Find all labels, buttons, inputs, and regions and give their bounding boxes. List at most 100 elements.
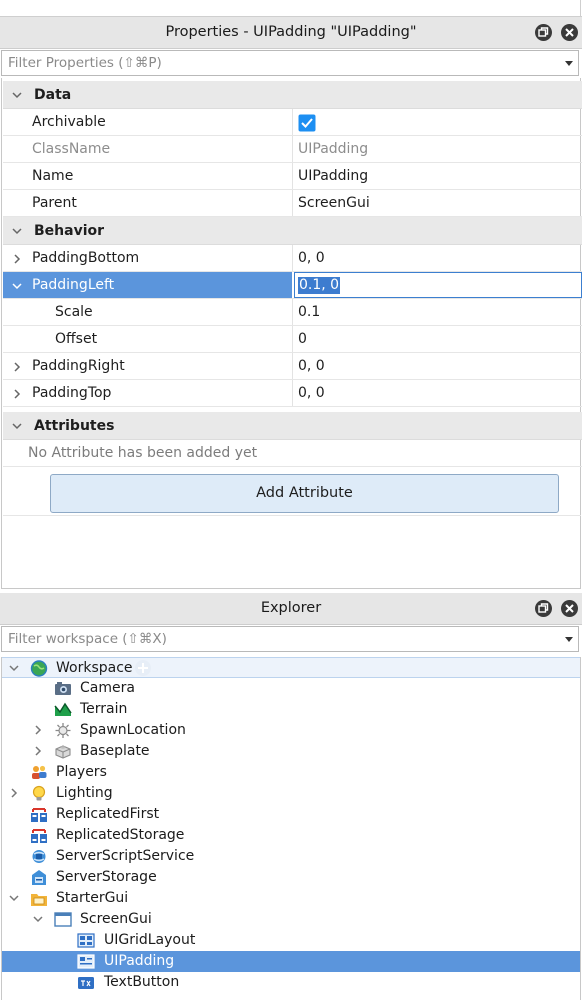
section-behavior[interactable]: Behavior [3,217,582,245]
prop-row-padding-bottom[interactable]: PaddingBottom 0, 0 [3,245,582,272]
tree-item-baseplate[interactable]: Baseplate [2,741,580,762]
chevron-down-icon[interactable] [12,226,22,236]
prop-value[interactable]: 0, 0 [298,245,325,272]
ui-padding-icon [77,954,95,969]
undock-icon[interactable] [535,600,552,617]
prop-row-padding-left[interactable]: PaddingLeft 0.1, 0 [3,272,582,299]
add-object-icon[interactable] [135,660,151,676]
tree-item-serverscriptservice[interactable]: ServerScriptService [2,846,580,867]
prop-row-name[interactable]: Name UIPadding [3,163,582,190]
tree-item-workspace[interactable]: Workspace [2,657,580,678]
tree-item-replicatedstorage[interactable]: ReplicatedStorage [2,825,580,846]
tree-item-replicatedfirst[interactable]: ReplicatedFirst [2,804,580,825]
chevron-right-icon[interactable] [33,746,43,756]
section-attributes[interactable]: Attributes [3,412,582,440]
tree-label: Workspace [56,660,133,676]
section-attributes-label: Attributes [34,418,115,434]
prop-value[interactable]: UIPadding [298,163,368,190]
prop-name: PaddingLeft [32,277,115,293]
filter-properties-input[interactable] [2,51,554,75]
filter-dropdown-icon[interactable] [565,61,573,66]
padding-left-value[interactable]: 0.1, 0 [298,277,341,294]
chevron-down-icon[interactable] [33,914,43,924]
tree-item-uipadding[interactable]: UIPadding [2,951,580,972]
chevron-down-icon[interactable] [9,663,19,673]
camera-icon [55,682,71,695]
prop-name: PaddingRight [32,358,125,374]
properties-titlebar: Properties - UIPadding "UIPadding" [0,17,582,49]
tree-item-players[interactable]: Players [2,762,580,783]
tree-label: Camera [80,680,135,696]
explorer-title: Explorer [260,600,322,616]
previous-panel-edge [0,0,582,17]
prop-row-padding-top[interactable]: PaddingTop 0, 0 [3,380,582,407]
chevron-down-icon[interactable] [12,421,22,431]
tree-label: ServerScriptService [56,848,195,864]
prop-name: Archivable [32,114,106,130]
properties-title: Properties - UIPadding "UIPadding" [165,24,417,40]
server-script-service-icon [32,850,46,863]
add-attribute-button[interactable]: Add Attribute [50,474,559,513]
text-button-icon [78,977,94,989]
prop-value[interactable]: 0, 0 [298,380,325,407]
spawn-location-icon [55,723,71,738]
archivable-checkbox[interactable] [298,114,316,132]
no-attributes-row: No Attribute has been added yet [3,440,582,467]
close-icon[interactable] [561,600,578,617]
tree-label: TextButton [104,974,180,990]
prop-row-padding-right[interactable]: PaddingRight 0, 0 [3,353,582,380]
chevron-down-icon[interactable] [12,281,22,291]
chevron-right-icon[interactable] [9,788,19,798]
tree-label: ServerStorage [56,869,157,885]
close-icon[interactable] [561,24,578,41]
explorer-tree: Workspace Camera Terrain SpawnLocation B… [1,657,581,1000]
screen-gui-icon [54,912,72,927]
filter-workspace-input[interactable] [2,627,554,651]
tree-label: Baseplate [80,743,150,759]
prop-row-scale[interactable]: Scale 0.1 [3,299,582,326]
prop-name: PaddingTop [32,385,112,401]
chevron-down-icon[interactable] [12,90,22,100]
tree-item-terrain[interactable]: Terrain [2,699,580,720]
prop-value[interactable]: ScreenGui [298,190,370,217]
tree-item-camera[interactable]: Camera [2,678,580,699]
tree-item-startergui[interactable]: StarterGui [2,888,580,909]
section-behavior-label: Behavior [34,223,105,239]
replicated-first-icon [31,808,47,822]
starter-gui-icon [31,894,47,906]
section-data[interactable]: Data [3,81,582,109]
globe-icon [30,660,48,677]
tree-label: UIGridLayout [104,932,196,948]
prop-row-parent[interactable]: Parent ScreenGui [3,190,582,217]
tree-item-serverstorage[interactable]: ServerStorage [2,867,580,888]
prop-name: PaddingBottom [32,250,140,266]
section-data-label: Data [34,87,72,103]
prop-row-offset[interactable]: Offset 0 [3,326,582,353]
tree-item-screengui[interactable]: ScreenGui [2,909,580,930]
terrain-icon [54,702,72,716]
prop-value[interactable]: 0, 0 [298,353,325,380]
chevron-right-icon[interactable] [12,254,22,264]
filter-dropdown-icon[interactable] [565,637,573,642]
prop-value[interactable]: 0.1 [298,299,320,326]
explorer-titlebar: Explorer [0,593,582,625]
filter-properties-field[interactable] [1,50,579,76]
chevron-right-icon[interactable] [12,362,22,372]
filter-workspace-field[interactable] [1,626,579,652]
undock-icon[interactable] [535,24,552,41]
players-icon [32,765,47,779]
chevron-right-icon[interactable] [33,725,43,735]
tree-item-uigridlayout[interactable]: UIGridLayout [2,930,580,951]
no-attributes-message: No Attribute has been added yet [28,445,258,461]
prop-value[interactable]: 0 [298,326,307,353]
chevron-right-icon[interactable] [12,389,22,399]
prop-row-archivable[interactable]: Archivable [3,109,582,136]
tree-item-lighting[interactable]: Lighting [2,783,580,804]
tree-label: ReplicatedFirst [56,806,160,822]
padding-left-edit-field[interactable]: 0.1, 0 [294,272,582,298]
tree-item-spawnlocation[interactable]: SpawnLocation [2,720,580,741]
prop-value: UIPadding [298,141,369,157]
tree-label: Lighting [56,785,113,801]
chevron-down-icon[interactable] [9,893,19,903]
tree-item-textbutton[interactable]: TextButton [2,972,580,993]
